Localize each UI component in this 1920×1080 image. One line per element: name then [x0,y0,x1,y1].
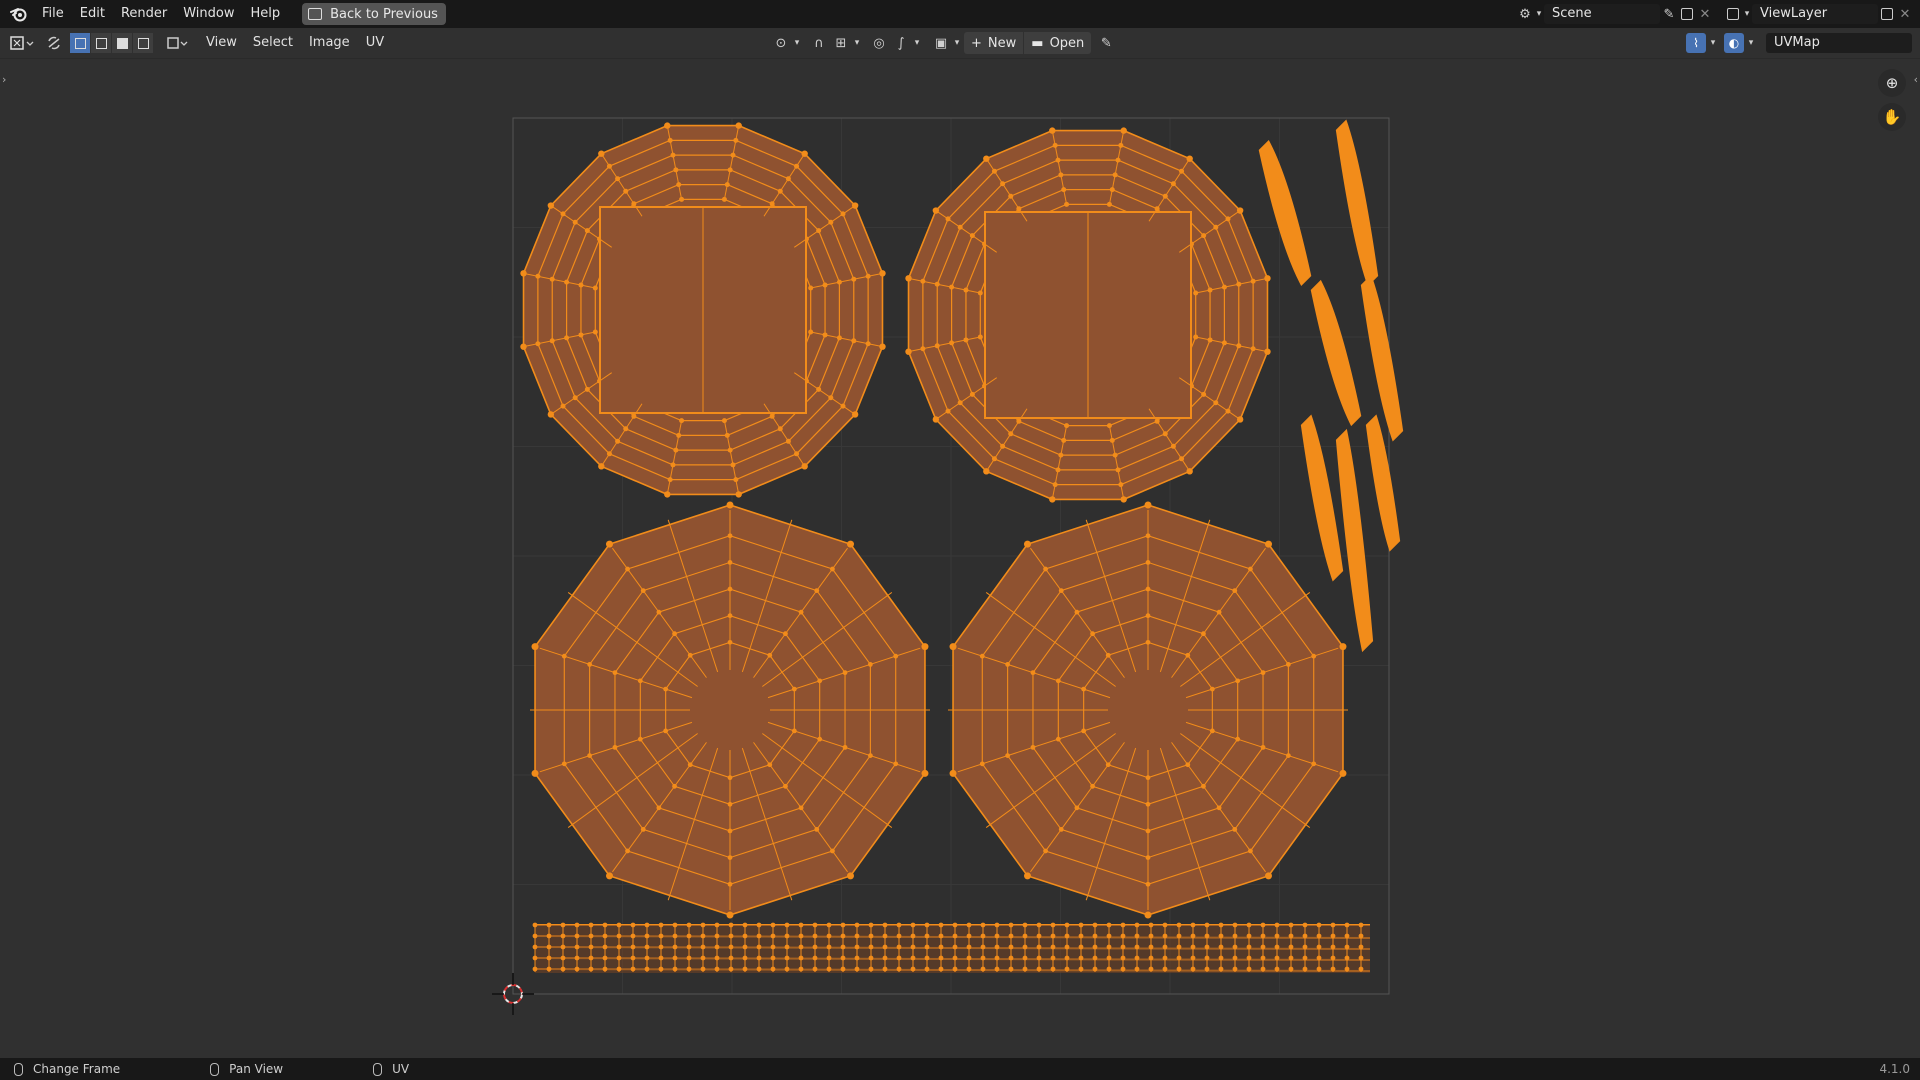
select-mode-group [70,33,154,53]
island-select-mode-icon[interactable] [133,33,153,53]
plus-icon: + [971,35,982,51]
view-layer-name-field[interactable]: ViewLayer [1752,4,1878,24]
menu-help[interactable]: Help [243,3,289,25]
new-image-button[interactable]: + New [964,32,1024,54]
center-toolbar: ⊙ ▾ ∩ ⊞ ▾ ◎ ∫ ▾ ▣ ▾ + New ▬ Open ✎ [770,32,1117,54]
pivot-point-icon[interactable]: ⊙ [770,32,792,54]
status-change-frame-label: Change Frame [33,1062,121,1076]
snap-target-icon[interactable]: ⊞ [830,32,852,54]
proportional-editing-icon[interactable]: ◎ [868,32,890,54]
new-scene-icon[interactable] [1678,5,1696,23]
close-icon[interactable]: ✕ [1696,5,1714,23]
scene-name: Scene [1552,6,1592,21]
sync-selection-icon[interactable] [44,32,64,54]
face-select-mode-icon[interactable] [112,33,132,53]
chevron-down-icon[interactable]: ▾ [852,32,862,54]
mouse-right-icon [373,1062,383,1076]
scene-selector: ⚙ ▾ Scene ✎ ✕ [1516,3,1714,25]
mouse-left-icon [14,1062,23,1076]
back-to-previous-label: Back to Previous [330,6,438,22]
version-label: 4.1.0 [1879,1062,1910,1076]
workspace-selectors: ⚙ ▾ Scene ✎ ✕ ▾ ViewLayer ✕ [1516,0,1920,28]
zoom-icon[interactable]: ⊕ [1878,69,1906,97]
view-layer-icon[interactable] [1724,5,1742,23]
uv-layout-canvas[interactable] [0,59,1920,1062]
uv-editor-header: View Select Image UV ⊙ ▾ ∩ ⊞ ▾ ◎ ∫ ▾ ▣ ▾… [0,28,1920,59]
status-pan-view: Pan View [210,1062,283,1076]
chevron-down-icon[interactable]: ▾ [792,32,802,54]
uv-map-field[interactable]: UVMap [1766,33,1912,53]
navigation-gizmo: ⊕ ✋ [1878,69,1906,131]
view-layer-selector: ▾ ViewLayer ✕ [1724,3,1920,25]
status-bar: Change Frame Pan View UV 4.1.0 [0,1058,1920,1080]
menu-uv[interactable]: UV [358,32,392,54]
chevron-down-icon[interactable]: ▾ [1534,5,1544,23]
chevron-down-icon[interactable]: ▾ [912,32,922,54]
new-view-layer-icon[interactable] [1878,5,1896,23]
uv-viewport[interactable]: › ‹ ⊕ ✋ [0,59,1920,1062]
top-menu-bar: File Edit Render Window Help Back to Pre… [0,0,1920,28]
chevron-down-icon[interactable]: ▾ [1742,5,1752,23]
overlays-icon[interactable]: ◐ [1724,33,1744,53]
menu-render[interactable]: Render [113,3,175,25]
uv-display-stretch-icon[interactable]: ⌇ [1686,33,1706,53]
chevron-down-icon[interactable]: ▾ [1744,32,1758,54]
back-to-previous-button[interactable]: Back to Previous [302,3,446,25]
uv-editor-icon [10,36,34,50]
right-header-tools: ⌇ ▾ ◐ ▾ UVMap [1686,32,1912,54]
status-uv: UV [373,1062,409,1076]
pin-icon[interactable]: ✎ [1095,32,1117,54]
status-change-frame: Change Frame [14,1062,120,1076]
screen-back-icon [308,8,323,20]
folder-icon: ▬ [1031,35,1044,51]
status-uv-label: UV [392,1062,410,1076]
pan-hand-icon[interactable]: ✋ [1878,103,1906,131]
menu-file[interactable]: File [34,3,72,25]
new-image-label: New [987,35,1017,51]
vertex-select-mode-icon[interactable] [70,33,90,53]
uv-map-name: UVMap [1774,35,1820,50]
menu-image[interactable]: Image [301,32,358,54]
falloff-curve-icon[interactable]: ∫ [890,32,912,54]
edge-select-mode-icon[interactable] [91,33,111,53]
sticky-selection-icon[interactable] [164,32,192,54]
pin-icon[interactable]: ✎ [1660,5,1678,23]
chevron-down-icon[interactable]: ▾ [1706,32,1720,54]
scene-name-field[interactable]: Scene [1544,4,1660,24]
menu-view[interactable]: View [198,32,245,54]
menu-select[interactable]: Select [245,32,301,54]
image-browse-icon[interactable]: ▣ [930,32,952,54]
status-pan-view-label: Pan View [229,1062,284,1076]
chevron-down-icon[interactable]: ▾ [952,32,962,54]
editor-type-button[interactable] [10,32,36,54]
mouse-middle-icon [210,1062,220,1076]
view-layer-name: ViewLayer [1760,6,1828,21]
blender-logo-icon[interactable] [4,0,34,28]
menu-window[interactable]: Window [175,3,242,25]
open-image-button[interactable]: ▬ Open [1024,32,1092,54]
open-image-label: Open [1049,35,1085,51]
scene-icon[interactable]: ⚙ [1516,5,1534,23]
close-icon[interactable]: ✕ [1896,5,1914,23]
snap-icon[interactable]: ∩ [808,32,830,54]
menu-edit[interactable]: Edit [72,3,113,25]
